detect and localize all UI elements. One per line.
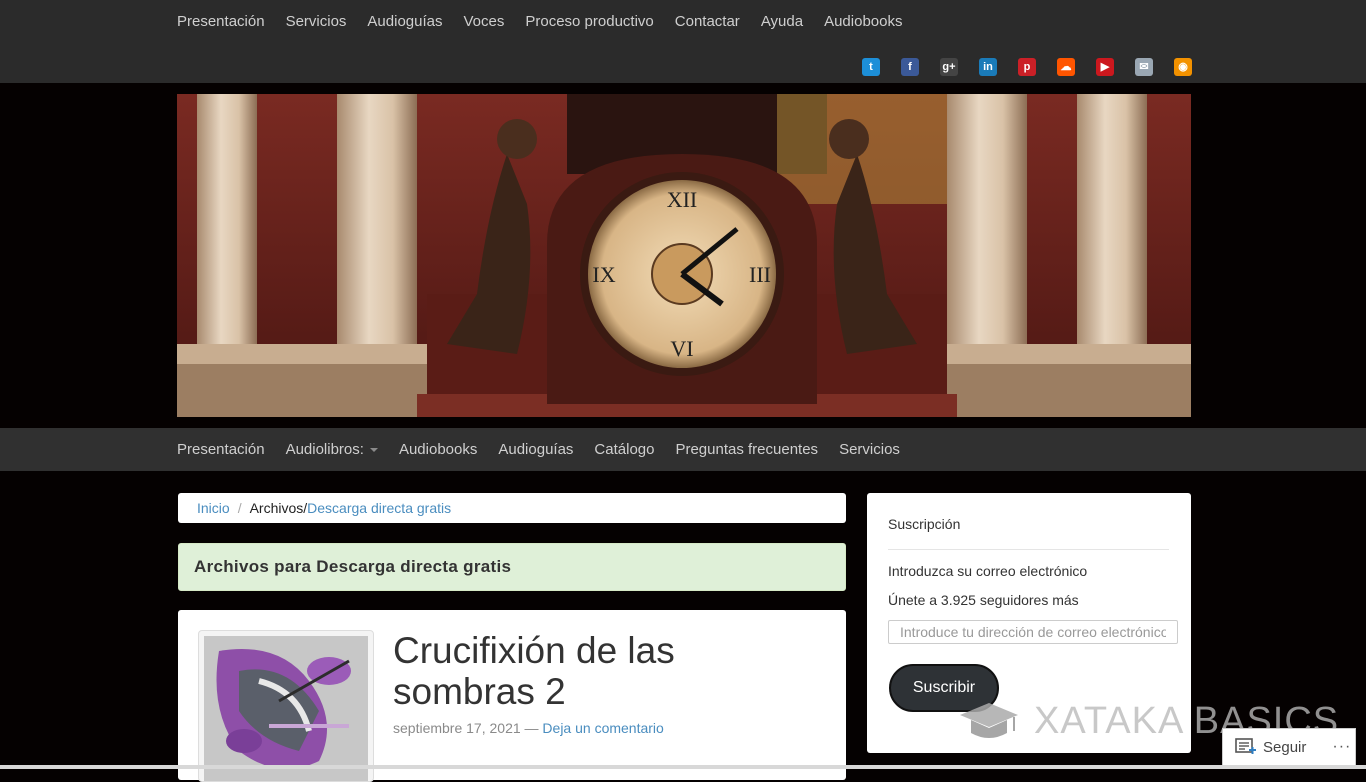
- top-nav-audiobooks[interactable]: Audiobooks: [824, 13, 902, 30]
- graduation-cap-icon: [960, 702, 1018, 738]
- breadcrumb-current-link[interactable]: Descarga directa gratis: [307, 500, 451, 516]
- nav-presentacion[interactable]: Presentación: [177, 441, 265, 458]
- nav-audioguias[interactable]: Audioguías: [498, 441, 573, 458]
- youtube-icon[interactable]: ▶: [1096, 58, 1114, 76]
- svg-text:III: III: [749, 262, 771, 287]
- social-icons: t f g+ in p ☁ ▶ ✉ ◉: [862, 58, 1213, 76]
- nav-audiolibros-label: Audiolibros:: [285, 441, 364, 458]
- facebook-icon[interactable]: f: [901, 58, 919, 76]
- chevron-down-icon: [369, 448, 378, 453]
- post-card: Crucifixión de las sombras 2 septiembre 1…: [178, 610, 846, 782]
- post-thumbnail[interactable]: [198, 630, 374, 782]
- subscription-prompt: Introduzca su correo electrónico: [888, 563, 1088, 579]
- top-nav-audioguias[interactable]: Audioguías: [367, 13, 442, 30]
- rss-icon[interactable]: ◉: [1174, 58, 1192, 76]
- meta-separator: —: [520, 720, 543, 736]
- comment-link[interactable]: Deja un comentario: [542, 720, 663, 736]
- top-nav-presentacion[interactable]: Presentación: [177, 13, 265, 30]
- top-bar: Presentación Servicios Audioguías Voces …: [0, 0, 1366, 83]
- soundcloud-icon[interactable]: ☁: [1057, 58, 1075, 76]
- horizontal-scrollbar[interactable]: [0, 765, 1366, 769]
- post-title-line-2: sombras 2: [393, 671, 566, 712]
- secondary-navigation: Presentación Audiolibros: Audiobooks Aud…: [0, 428, 1366, 471]
- nav-audiobooks[interactable]: Audiobooks: [399, 441, 477, 458]
- top-nav-voces[interactable]: Voces: [463, 13, 504, 30]
- reader-icon: [1235, 738, 1256, 754]
- breadcrumb-archives: Archivos/: [249, 500, 308, 516]
- nav-audiolibros-dropdown[interactable]: Audiolibros:: [286, 441, 378, 458]
- top-nav-ayuda[interactable]: Ayuda: [761, 13, 803, 30]
- svg-text:VI: VI: [670, 336, 693, 361]
- nav-catalogo[interactable]: Catálogo: [594, 441, 654, 458]
- top-nav-contactar[interactable]: Contactar: [675, 13, 740, 30]
- svg-text:XII: XII: [667, 187, 698, 212]
- google-plus-icon[interactable]: g+: [940, 58, 958, 76]
- linkedin-icon[interactable]: in: [979, 58, 997, 76]
- email-field[interactable]: [888, 620, 1178, 644]
- followers-count-text: Únete a 3.925 seguidores más: [888, 592, 1079, 608]
- header-banner-image: XII VI IX III: [177, 94, 1191, 417]
- ornate-clock-illustration: XII VI IX III: [177, 94, 1191, 417]
- svg-text:IX: IX: [592, 262, 615, 287]
- top-nav-servicios[interactable]: Servicios: [286, 13, 347, 30]
- archive-title: Archivos para Descarga directa gratis: [178, 543, 846, 591]
- top-navigation: Presentación Servicios Audioguías Voces …: [177, 0, 923, 42]
- breadcrumb-home-link[interactable]: Inicio: [197, 500, 230, 516]
- nav-servicios[interactable]: Servicios: [839, 441, 900, 458]
- follow-bar[interactable]: Seguir ···: [1222, 728, 1356, 766]
- follow-label: Seguir: [1263, 738, 1307, 756]
- twitter-icon[interactable]: t: [862, 58, 880, 76]
- abstract-artwork-image: [204, 636, 368, 781]
- breadcrumb-separator: /: [237, 500, 242, 516]
- more-options-icon[interactable]: ···: [1332, 738, 1351, 756]
- post-date: septiembre 17, 2021: [393, 720, 521, 736]
- breadcrumb: Inicio / Archivos/ Descarga directa grat…: [178, 493, 846, 523]
- email-icon[interactable]: ✉: [1135, 58, 1153, 76]
- widget-title: Suscripción: [888, 516, 961, 532]
- pinterest-icon[interactable]: p: [1018, 58, 1036, 76]
- post-title[interactable]: Crucifixión de las sombras 2: [393, 630, 675, 712]
- post-meta: septiembre 17, 2021 — Deja un comentario: [393, 720, 664, 736]
- top-nav-proceso-productivo[interactable]: Proceso productivo: [525, 13, 653, 30]
- divider: [888, 549, 1169, 550]
- nav-preguntas-frecuentes[interactable]: Preguntas frecuentes: [675, 441, 818, 458]
- post-title-line-1: Crucifixión de las: [393, 630, 675, 671]
